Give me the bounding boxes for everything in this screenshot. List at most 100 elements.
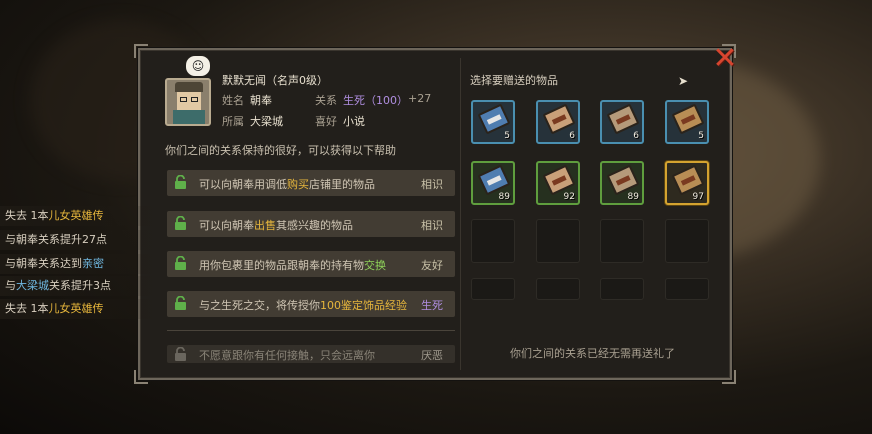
item-count: 6 [633, 131, 639, 141]
benefit-row: 不愿意跟你有任何接触，只会远离你 厌恶 [167, 345, 455, 363]
benefit-tag: 厌恶 [421, 349, 443, 362]
book-icon [606, 164, 640, 196]
home-label: 所属 [222, 115, 244, 128]
benefit-text-highlight: 购买 [287, 178, 309, 191]
benefit-text: 与之生死之交，将传授你100鉴定饰品经验 [199, 297, 407, 313]
log-text-pre: 与 [5, 279, 16, 292]
panel-divider [460, 58, 461, 370]
benefit-text-pre: 可以向朝奉 [199, 219, 254, 232]
empty-slot [536, 219, 580, 263]
book-icon [671, 103, 705, 135]
name-value: 朝奉 [250, 94, 272, 107]
item-count: 97 [692, 192, 704, 202]
lock-icon [175, 347, 186, 361]
book-icon [542, 103, 576, 135]
log-entry: 失去 1本儿女英雄传 [0, 299, 160, 319]
book-icon [606, 103, 640, 135]
benefit-text-post: 其感兴趣的物品 [276, 219, 353, 232]
gift-item-slot[interactable]: 89 [471, 161, 515, 205]
benefit-text-highlight: 100鉴定饰品经验 [320, 299, 407, 312]
benefit-text: 可以向朝奉用调低购买店铺里的物品 [199, 176, 375, 192]
benefit-text-post: 店铺里的物品 [309, 178, 375, 191]
item-count: 89 [627, 192, 639, 202]
relation-value: 生死（100） [343, 94, 408, 107]
empty-slot [665, 219, 709, 263]
benefit-text-pre: 与之生死之交，将传授你 [199, 299, 320, 312]
lock-icon [175, 216, 186, 230]
benefit-text-highlight: 出售 [254, 219, 276, 232]
benefit-separator [167, 330, 455, 331]
benefit-text-pre: 可以向朝奉用调低 [199, 178, 287, 191]
log-entry: 与朝奉关系提升27点 [0, 230, 160, 250]
gift-item-slot[interactable]: 5 [471, 100, 515, 144]
item-count: 5 [698, 131, 704, 141]
empty-slot [536, 278, 580, 300]
gift-title: 选择要赠送的物品 [470, 74, 558, 87]
gift-item-slot[interactable]: 92 [536, 161, 580, 205]
empty-slot [600, 278, 644, 300]
gift-item-slot[interactable]: 97 [665, 161, 709, 205]
benefit-row: 与之生死之交，将传授你100鉴定饰品经验 生死 [167, 291, 455, 317]
lock-icon [175, 256, 186, 270]
empty-slot [600, 219, 644, 263]
benefit-tag: 相识 [421, 178, 443, 191]
log-text-highlight: 儿女英雄传 [48, 209, 104, 222]
benefit-text: 可以向朝奉出售其感兴趣的物品 [199, 217, 353, 233]
log-entry: 与大梁城关系提升3点 [0, 276, 160, 296]
panel-corner [722, 370, 736, 384]
log-text-highlight: 儿女英雄传 [48, 302, 104, 315]
log-text-pre: 失去 1本 [5, 209, 49, 222]
log-text-highlight: 大梁城 [16, 279, 49, 292]
npc-fame-title: 默默无闻（名声0级） [222, 74, 328, 87]
relation-note: 你们之间的关系保持的很好，可以获得以下帮助 [165, 144, 396, 157]
gift-footer: 你们之间的关系已经无需再送礼了 [510, 347, 675, 360]
home-value: 大梁城 [250, 115, 283, 128]
book-icon [477, 103, 511, 135]
panel-corner [134, 44, 148, 58]
book-icon [542, 164, 576, 196]
item-count: 89 [498, 192, 510, 202]
empty-slot [471, 219, 515, 263]
gift-item-slot[interactable]: 6 [536, 100, 580, 144]
log-text-pre: 失去 1本 [5, 302, 49, 315]
benefit-tag: 生死 [421, 299, 443, 312]
hobby-label: 喜好 [315, 115, 337, 128]
relation-label: 关系 [315, 94, 337, 107]
benefit-text: 用你包裹里的物品跟朝奉的持有物交换 [199, 257, 386, 273]
benefit-row: 用你包裹里的物品跟朝奉的持有物交换 友好 [167, 251, 455, 277]
benefit-text: 不愿意跟你有任何接触，只会远离你 [199, 347, 375, 363]
item-count: 6 [569, 131, 575, 141]
book-icon [477, 164, 511, 196]
book-icon [671, 164, 705, 196]
benefit-row: 可以向朝奉用调低购买店铺里的物品 相识 [167, 170, 455, 196]
cursor-icon: ➤ [678, 74, 689, 88]
log-entry: 与朝奉关系达到亲密 [0, 254, 160, 274]
relation-delta: +27 [408, 92, 432, 105]
log-text-pre: 与朝奉关系达到 [5, 257, 82, 270]
empty-slot [471, 278, 515, 300]
item-count: 92 [563, 192, 575, 202]
hobby-value: 小说 [343, 115, 365, 128]
log-text-post: 关系提升3点 [49, 279, 111, 292]
log-text-pre: 与朝奉关系提升27点 [5, 233, 107, 246]
benefit-tag: 相识 [421, 219, 443, 232]
item-count: 5 [504, 131, 510, 141]
log-text-highlight: 亲密 [82, 257, 104, 270]
benefit-text-pre: 用你包裹里的物品跟朝奉的持有物 [199, 259, 364, 272]
lock-icon [175, 175, 186, 189]
avatar [165, 78, 211, 126]
gift-item-slot[interactable]: 89 [600, 161, 644, 205]
benefit-text-pre: 不愿意跟你有任何接触，只会远离你 [199, 349, 375, 362]
panel-corner [134, 370, 148, 384]
close-icon[interactable]: ✕ [710, 44, 740, 74]
benefit-row: 可以向朝奉出售其感兴趣的物品 相识 [167, 211, 455, 237]
lock-icon [175, 296, 186, 310]
log-entry: 失去 1本儿女英雄传 [0, 206, 160, 226]
gift-item-slot[interactable]: 6 [600, 100, 644, 144]
gift-item-slot[interactable]: 5 [665, 100, 709, 144]
smile-face-icon: ☺ [186, 56, 210, 76]
name-label: 姓名 [222, 94, 244, 107]
empty-slot [665, 278, 709, 300]
benefit-text-highlight: 交换 [364, 259, 386, 272]
benefit-tag: 友好 [421, 259, 443, 272]
